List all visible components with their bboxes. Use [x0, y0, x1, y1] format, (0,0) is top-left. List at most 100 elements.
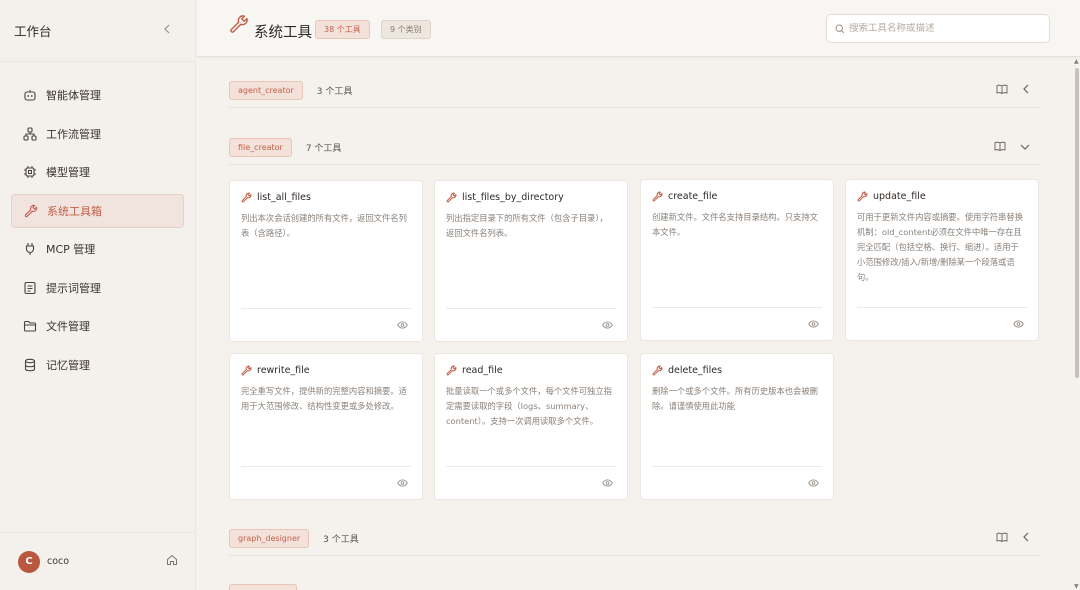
chevron-left-icon [1023, 532, 1029, 542]
categories-count-badge: 9 个类别 [381, 20, 431, 39]
tool-description: 可用于更新文件内容或摘要。使用字符串替换机制：old_content必须在文件中… [857, 212, 1023, 282]
group-actions [996, 531, 1030, 545]
tools-count-badge: 38 个工具 [315, 20, 370, 39]
chevron-left-icon [164, 24, 170, 34]
sidebar-item-models[interactable]: 模型管理 [11, 155, 184, 189]
docs-button[interactable] [994, 140, 1006, 154]
tool-card-rewrite-file[interactable]: rewrite_file 完全重写文件，提供新的完整内容和摘要。适用于大范围修改… [229, 353, 423, 500]
sidebar-item-toolbox[interactable]: 系统工具箱 [11, 193, 184, 228]
tool-card-list-files-by-directory[interactable]: list_files_by_directory 列出指定目录下的所有文件（包含子… [434, 180, 628, 342]
divider [446, 466, 616, 467]
divider [229, 164, 1040, 165]
tool-description: 完全重写文件，提供新的完整内容和摘要。适用于大范围修改、结构性变更或多处修改。 [241, 386, 407, 411]
group-actions [996, 83, 1030, 97]
tool-card-header: read_file [446, 365, 616, 376]
eye-icon [808, 479, 819, 487]
tool-name: list_files_by_directory [462, 192, 564, 203]
avatar[interactable]: C [18, 550, 40, 573]
search-icon [835, 23, 845, 33]
divider [446, 308, 616, 309]
group-header-file-creator[interactable]: file_creator 7 个工具 [229, 137, 1040, 157]
tool-card-update-file[interactable]: update_file 可用于更新文件内容或摘要。使用字符串替换机制：old_c… [845, 179, 1039, 341]
main-content: agent_creator 3 个工具 file_creator 7 个工具 l… [197, 58, 1072, 590]
plug-icon [23, 242, 37, 256]
view-button[interactable] [808, 317, 819, 331]
scroll-down-arrow[interactable]: ▼ [1074, 583, 1079, 590]
sidebar-item-prompts[interactable]: 提示词管理 [11, 271, 184, 305]
view-button[interactable] [602, 318, 613, 332]
chevron-down-icon [1020, 144, 1030, 150]
document-icon [23, 281, 37, 295]
view-button[interactable] [1013, 317, 1024, 331]
tool-name: rewrite_file [257, 365, 310, 376]
sidebar-item-label: 文件管理 [46, 320, 90, 333]
wrench-icon [241, 365, 252, 376]
sidebar-item-agents[interactable]: 智能体管理 [11, 78, 184, 112]
sidebar-item-label: 系统工具箱 [47, 204, 102, 218]
sidebar-item-files[interactable]: 文件管理 [11, 309, 184, 343]
search-box[interactable] [826, 14, 1050, 43]
sidebar: 工作台 智能体管理 工作流管理 模型管理 系统工具箱 MCP 管理 提示词管理 [0, 0, 196, 590]
sidebar-item-memory[interactable]: 记忆管理 [11, 348, 184, 382]
docs-button[interactable] [996, 83, 1008, 97]
wrench-icon [652, 191, 663, 202]
sidebar-collapse-button[interactable] [163, 23, 171, 38]
group-count: 3 个工具 [323, 534, 359, 545]
sidebar-item-label: 记忆管理 [46, 358, 90, 372]
group-header-agent-creator[interactable]: agent_creator 3 个工具 [229, 80, 1040, 100]
wrench-icon [24, 204, 38, 218]
page-title: 系统工具 [254, 25, 312, 41]
search-input[interactable] [849, 23, 1039, 34]
scrollbar[interactable]: ▲ ▼ [1074, 58, 1080, 590]
eye-icon [808, 320, 819, 328]
tool-name: create_file [668, 191, 718, 202]
view-button[interactable] [602, 476, 613, 490]
tool-description: 列出指定目录下的所有文件（包含子目录），返回文件名列表。 [446, 213, 608, 238]
expand-toggle[interactable] [1022, 531, 1030, 545]
tool-card-list-all-files[interactable]: list_all_files 列出本次会话创建的所有文件，返回文件名列表（含路径… [229, 180, 423, 342]
sidebar-nav: 智能体管理 工作流管理 模型管理 系统工具箱 MCP 管理 提示词管理 文件管理 [0, 62, 195, 382]
sidebar-item-mcp[interactable]: MCP 管理 [11, 232, 184, 266]
group-tag-partial [229, 584, 297, 590]
tool-name: delete_files [668, 365, 723, 376]
eye-icon [602, 479, 613, 487]
view-button[interactable] [397, 318, 408, 332]
group-tag: file_creator [229, 137, 292, 157]
eye-icon [397, 479, 408, 487]
expand-toggle[interactable] [1022, 83, 1030, 97]
tool-card-header: delete_files [652, 365, 822, 376]
tool-description: 批量读取一个或多个文件，每个文件可独立指定需要读取的字段（logs、summar… [446, 386, 612, 426]
group-tag: graph_designer [229, 528, 310, 548]
expand-toggle[interactable] [1020, 140, 1030, 154]
tool-card-read-file[interactable]: read_file 批量读取一个或多个文件，每个文件可独立指定需要读取的字段（l… [434, 353, 628, 500]
wrench-icon [446, 192, 457, 203]
group-header-graph-designer[interactable]: graph_designer 3 个工具 [229, 528, 1040, 548]
wrench-icon [857, 191, 868, 202]
tool-card-header: list_files_by_directory [446, 192, 616, 203]
sidebar-item-workflows[interactable]: 工作流管理 [11, 117, 184, 151]
docs-button[interactable] [996, 531, 1008, 545]
scroll-up-arrow[interactable]: ▲ [1074, 58, 1079, 65]
tool-description: 删除一个或多个文件。所有历史版本也会被删除。请谨慎使用此功能 [652, 386, 818, 411]
view-button[interactable] [808, 476, 819, 490]
home-button[interactable] [166, 554, 178, 569]
sidebar-item-label: 工作流管理 [46, 127, 101, 141]
divider [229, 107, 1040, 108]
divider [241, 466, 411, 467]
sidebar-footer: C coco [0, 532, 196, 590]
tool-card-delete-files[interactable]: delete_files 删除一个或多个文件。所有历史版本也会被删除。请谨慎使用… [640, 353, 834, 500]
tool-card-header: create_file [652, 191, 822, 202]
tool-card-header: rewrite_file [241, 365, 411, 376]
scrollbar-thumb[interactable] [1075, 68, 1079, 378]
view-button[interactable] [397, 476, 408, 490]
book-icon [994, 141, 1006, 152]
eye-icon [602, 321, 613, 329]
tool-card-header: update_file [857, 191, 1027, 202]
group-count: 7 个工具 [305, 143, 342, 154]
tool-card-create-file[interactable]: create_file 创建新文件。文件名支持目录结构。只支持文本文件。 [640, 179, 834, 341]
tool-name: read_file [462, 365, 503, 376]
eye-icon [397, 321, 408, 329]
group-tag: agent_creator [229, 80, 303, 100]
group-count: 3 个工具 [316, 86, 353, 97]
sidebar-item-label: MCP 管理 [46, 243, 96, 256]
